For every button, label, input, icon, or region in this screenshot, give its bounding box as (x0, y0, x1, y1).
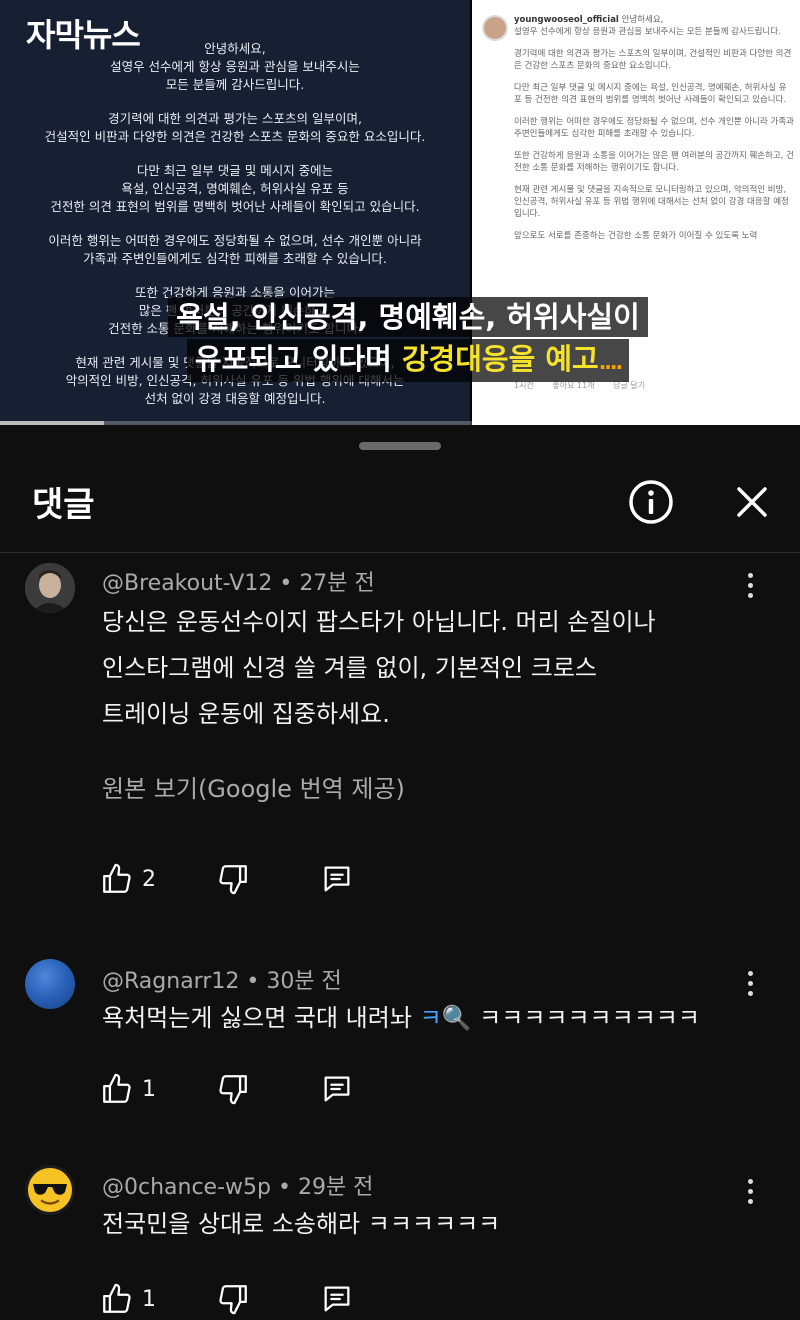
instagram-paragraph: 앞으로도 서로를 존중하는 건강한 소통 문화가 이어질 수 있도록 노력 (514, 231, 758, 241)
like-button[interactable]: 1 (100, 1069, 156, 1109)
instagram-paragraph: 현재 관련 게시물 및 댓글을 지속적으로 모니터링하고 있으며, 악의적인 비… (514, 185, 789, 219)
instagram-avatar (482, 15, 508, 41)
comment-text: 당신은 운동선수이지 팝스타가 아닙니다. 머리 손질이나 인스타그램에 신경 … (102, 608, 656, 728)
like-count: 1 (142, 1286, 156, 1312)
comment-actions: 1 (100, 1279, 420, 1319)
thumbs-up-icon (103, 1283, 131, 1313)
sunglasses-emoji-icon (25, 1165, 75, 1215)
caption-line: 유포되고 있다며 강경대응을 예고.... (186, 339, 630, 382)
video-caption: 욕설, 인신공격, 명예훼손, 허위사실이 유포되고 있다며 강경대응을 예고.… (148, 297, 668, 384)
caption-line: 욕설, 인신공격, 명예훼손, 허위사실이 (168, 297, 648, 337)
comment-text: 전국민을 상대로 소송해라 ㅋㅋㅋㅋㅋㅋ (102, 1210, 501, 1238)
drag-handle[interactable] (359, 442, 441, 450)
like-count: 1 (142, 1076, 156, 1102)
reply-icon (324, 1076, 350, 1102)
video-player[interactable]: 자막뉴스 안녕하세요, 설영우 선수에게 항상 응원과 관심을 보내주시는 모든… (0, 0, 800, 425)
info-button[interactable] (627, 478, 675, 526)
dislike-button[interactable] (216, 859, 250, 899)
reply-button[interactable] (320, 859, 354, 899)
comment-actions: 2 (100, 859, 420, 899)
comment-author[interactable]: @0chance-w5p • 29분 전 (102, 1169, 373, 1201)
statement-paragraph: 안녕하세요, 설영우 선수에게 항상 응원과 관심을 보내주시는 모든 분들께 … (110, 41, 360, 92)
comment-author[interactable]: @Breakout-V12 • 27분 전 (102, 565, 375, 597)
instagram-paragraph: 이러한 행위는 어떠한 경우에도 정당화될 수 없으며, 선수 개인뿐 아니라 … (514, 117, 794, 139)
reply-button[interactable] (320, 1279, 354, 1319)
like-button[interactable]: 2 (100, 859, 156, 899)
info-icon (629, 480, 673, 524)
close-button[interactable] (730, 480, 774, 524)
translation-toggle[interactable]: 원본 보기(Google 번역 제공) (102, 769, 405, 804)
sheet-divider (0, 552, 800, 553)
comments-sheet: 댓글 @Breakout-V12 • 27분 전 당신은 운동선수이지 팝스타가… (0, 425, 800, 1320)
like-button[interactable]: 1 (100, 1279, 156, 1319)
caption-dots: .... (598, 350, 623, 374)
thumbs-down-icon (219, 865, 247, 895)
comment-text-part: 욕처먹는게 싫으면 국대 내려놔 (102, 1004, 420, 1032)
statement-paragraph: 다만 최근 일부 댓글 및 메시지 중에는 욕설, 인신공격, 명예훼손, 허위… (50, 163, 420, 214)
thumbs-up-icon (103, 863, 131, 893)
statement-paragraph: 경기력에 대한 의견과 평가는 스포츠의 일부이며, 건설적인 비판과 다양한 … (44, 111, 426, 144)
dislike-button[interactable] (216, 1069, 250, 1109)
comment-author[interactable]: @Ragnarr12 • 30분 전 (102, 963, 342, 995)
comment-actions: 1 (100, 1069, 420, 1109)
comment-text-part: ㅋㅋㅋㅋㅋㅋㅋㅋㅋㅋ (471, 1004, 700, 1032)
avatar[interactable] (25, 563, 75, 613)
comment-more-button[interactable] (738, 567, 762, 603)
close-icon (737, 487, 767, 517)
avatar[interactable] (25, 1165, 75, 1215)
reply-icon (324, 1286, 350, 1312)
thumbs-down-icon (219, 1285, 247, 1315)
caption-highlight: 강경대응을 예고 (401, 342, 599, 376)
caption-text: 유포되고 있다며 (194, 342, 402, 376)
dislike-button[interactable] (216, 1279, 250, 1319)
thumbs-up-icon (103, 1073, 131, 1103)
avatar[interactable] (25, 959, 75, 1009)
instagram-caption: youngwooseol_official 안녕하세요, 설영우 선수에게 항상 … (514, 14, 794, 252)
statement-paragraph: 이러한 행위는 어떠한 경우에도 정당화될 수 없으며, 선수 개인뿐 아니라 … (48, 233, 422, 266)
instagram-paragraph: 설영우 선수에게 항상 응원과 관심을 보내주시는 모든 분들께 감사드립니다. (514, 27, 781, 37)
reply-icon (324, 866, 350, 892)
instagram-paragraph: 다만 최근 일부 댓글 및 메시지 중에는 욕설, 인신공격, 명예훼손, 허위… (514, 83, 787, 105)
instagram-paragraph: 또한 건강하게 응원과 소통을 이어가는 많은 팬 여러분의 공간까지 훼손하고… (514, 151, 794, 173)
comment-text: 욕처먹는게 싫으면 국대 내려놔 ㅋ🔍 ㅋㅋㅋㅋㅋㅋㅋㅋㅋㅋ (102, 995, 752, 1041)
search-link[interactable]: ㅋ🔍 (420, 1004, 472, 1032)
instagram-greeting: 안녕하세요, (621, 15, 664, 25)
instagram-paragraph: 경기력에 대한 의견과 평가는 스포츠의 일부이며, 건설적인 비판과 다양한 … (514, 49, 792, 71)
thumbs-down-icon (219, 1075, 247, 1105)
like-count: 2 (142, 866, 156, 892)
reply-button[interactable] (320, 1069, 354, 1109)
sheet-title: 댓글 (32, 485, 95, 525)
instagram-username: youngwooseol_official (514, 15, 619, 25)
avatar-image (25, 563, 75, 613)
